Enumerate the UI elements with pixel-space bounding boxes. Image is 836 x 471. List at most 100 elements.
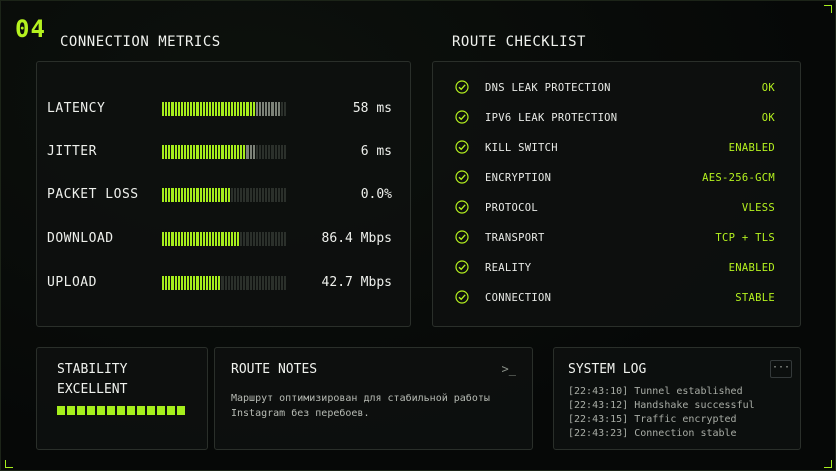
bar-segment (202, 102, 205, 116)
check-item-connection: CONNECTION STABLE (455, 289, 775, 309)
check-item-dns-leak: DNS LEAK PROTECTION OK (455, 79, 775, 99)
metric-label: LATENCY (47, 101, 106, 116)
metric-label: PACKET LOSS (47, 187, 139, 202)
bar-segment (187, 102, 190, 116)
bar-segment (212, 188, 215, 202)
bar-segment (221, 232, 224, 246)
bar-segment (190, 276, 193, 290)
check-label: ENCRYPTION (485, 172, 552, 184)
bar-segment (262, 102, 265, 116)
bar-segment (271, 188, 274, 202)
stability-segment (77, 406, 85, 415)
bar-segment (193, 276, 196, 290)
bar-segment (233, 145, 236, 159)
bar-segment (162, 102, 165, 116)
bar-segment (177, 102, 180, 116)
bar-segment (243, 276, 246, 290)
bar-segment (224, 276, 227, 290)
bar-segment (193, 102, 196, 116)
bar-segment (271, 232, 274, 246)
bar-segment (215, 145, 218, 159)
bar-segment (180, 188, 183, 202)
bar-segment (208, 232, 211, 246)
check-status: AES-256-GCM (702, 172, 775, 184)
check-item-ipv6-leak: IPV6 LEAK PROTECTION OK (455, 109, 775, 129)
bar-segment (246, 276, 249, 290)
bar-segment (246, 232, 249, 246)
bar-segment (177, 232, 180, 246)
metric-row-packet-loss: PACKET LOSS 0.0% (47, 183, 392, 207)
bar-segment (255, 102, 258, 116)
bar-segment (190, 145, 193, 159)
metric-value: 6 ms (360, 144, 392, 159)
checklist-panel: DNS LEAK PROTECTION OK IPV6 LEAK PROTECT… (432, 61, 801, 327)
stability-segment (67, 406, 75, 415)
bar-segment (193, 188, 196, 202)
bar-segment (255, 232, 258, 246)
bar-segment (249, 188, 252, 202)
bar-segment (230, 232, 233, 246)
check-label: REALITY (485, 262, 532, 274)
bar-segment (277, 188, 280, 202)
bar-segment (193, 232, 196, 246)
corner-accent (5, 460, 13, 468)
bar-segment (205, 276, 208, 290)
check-icon (455, 200, 469, 214)
bar-segment (280, 102, 283, 116)
check-icon (455, 260, 469, 274)
check-label: IPV6 LEAK PROTECTION (485, 112, 618, 124)
bar-segment (177, 276, 180, 290)
log-line: [22:43:12] Handshake successful (568, 400, 755, 411)
log-line: [22:43:15] Traffic encrypted (568, 414, 737, 425)
bar-segment (230, 188, 233, 202)
bar-segment (271, 102, 274, 116)
bar-segment (180, 276, 183, 290)
bar-segment (230, 102, 233, 116)
bar-segment (177, 145, 180, 159)
bar-segment (249, 276, 252, 290)
bar-segment (255, 145, 258, 159)
bar-segment (202, 232, 205, 246)
bar-segment (237, 188, 240, 202)
metric-label: JITTER (47, 144, 97, 159)
bar-segment (268, 145, 271, 159)
log-line: [22:43:23] Connection stable (568, 428, 737, 439)
terminal-icon[interactable]: >_ (502, 362, 516, 376)
bar-segment (252, 188, 255, 202)
bar-segment (265, 102, 268, 116)
packet-loss-bar (162, 188, 286, 202)
bar-segment (168, 232, 171, 246)
bar-segment (168, 188, 171, 202)
bar-segment (190, 102, 193, 116)
bar-segment (174, 188, 177, 202)
check-label: TRANSPORT (485, 232, 545, 244)
bar-segment (212, 232, 215, 246)
bar-segment (205, 188, 208, 202)
bar-segment (187, 188, 190, 202)
stability-segment (127, 406, 135, 415)
bar-segment (168, 102, 171, 116)
metric-value: 42.7 Mbps (321, 275, 392, 290)
bar-segment (174, 102, 177, 116)
bar-segment (237, 145, 240, 159)
metric-row-jitter: JITTER 6 ms (47, 140, 392, 164)
bar-segment (180, 145, 183, 159)
metric-label: UPLOAD (47, 275, 97, 290)
bar-segment (190, 188, 193, 202)
bar-segment (199, 232, 202, 246)
corner-accent (824, 5, 832, 13)
stability-value: EXCELLENT (57, 382, 128, 397)
metric-row-upload: UPLOAD 42.7 Mbps (47, 271, 392, 295)
bar-segment (252, 232, 255, 246)
bar-segment (249, 102, 252, 116)
stability-segment (117, 406, 125, 415)
bar-segment (183, 145, 186, 159)
bar-segment (283, 188, 286, 202)
bar-segment (162, 145, 165, 159)
bar-segment (208, 276, 211, 290)
more-options-icon[interactable]: ··· (770, 360, 792, 378)
bar-segment (233, 232, 236, 246)
bar-segment (224, 188, 227, 202)
bar-segment (221, 276, 224, 290)
bar-segment (187, 276, 190, 290)
